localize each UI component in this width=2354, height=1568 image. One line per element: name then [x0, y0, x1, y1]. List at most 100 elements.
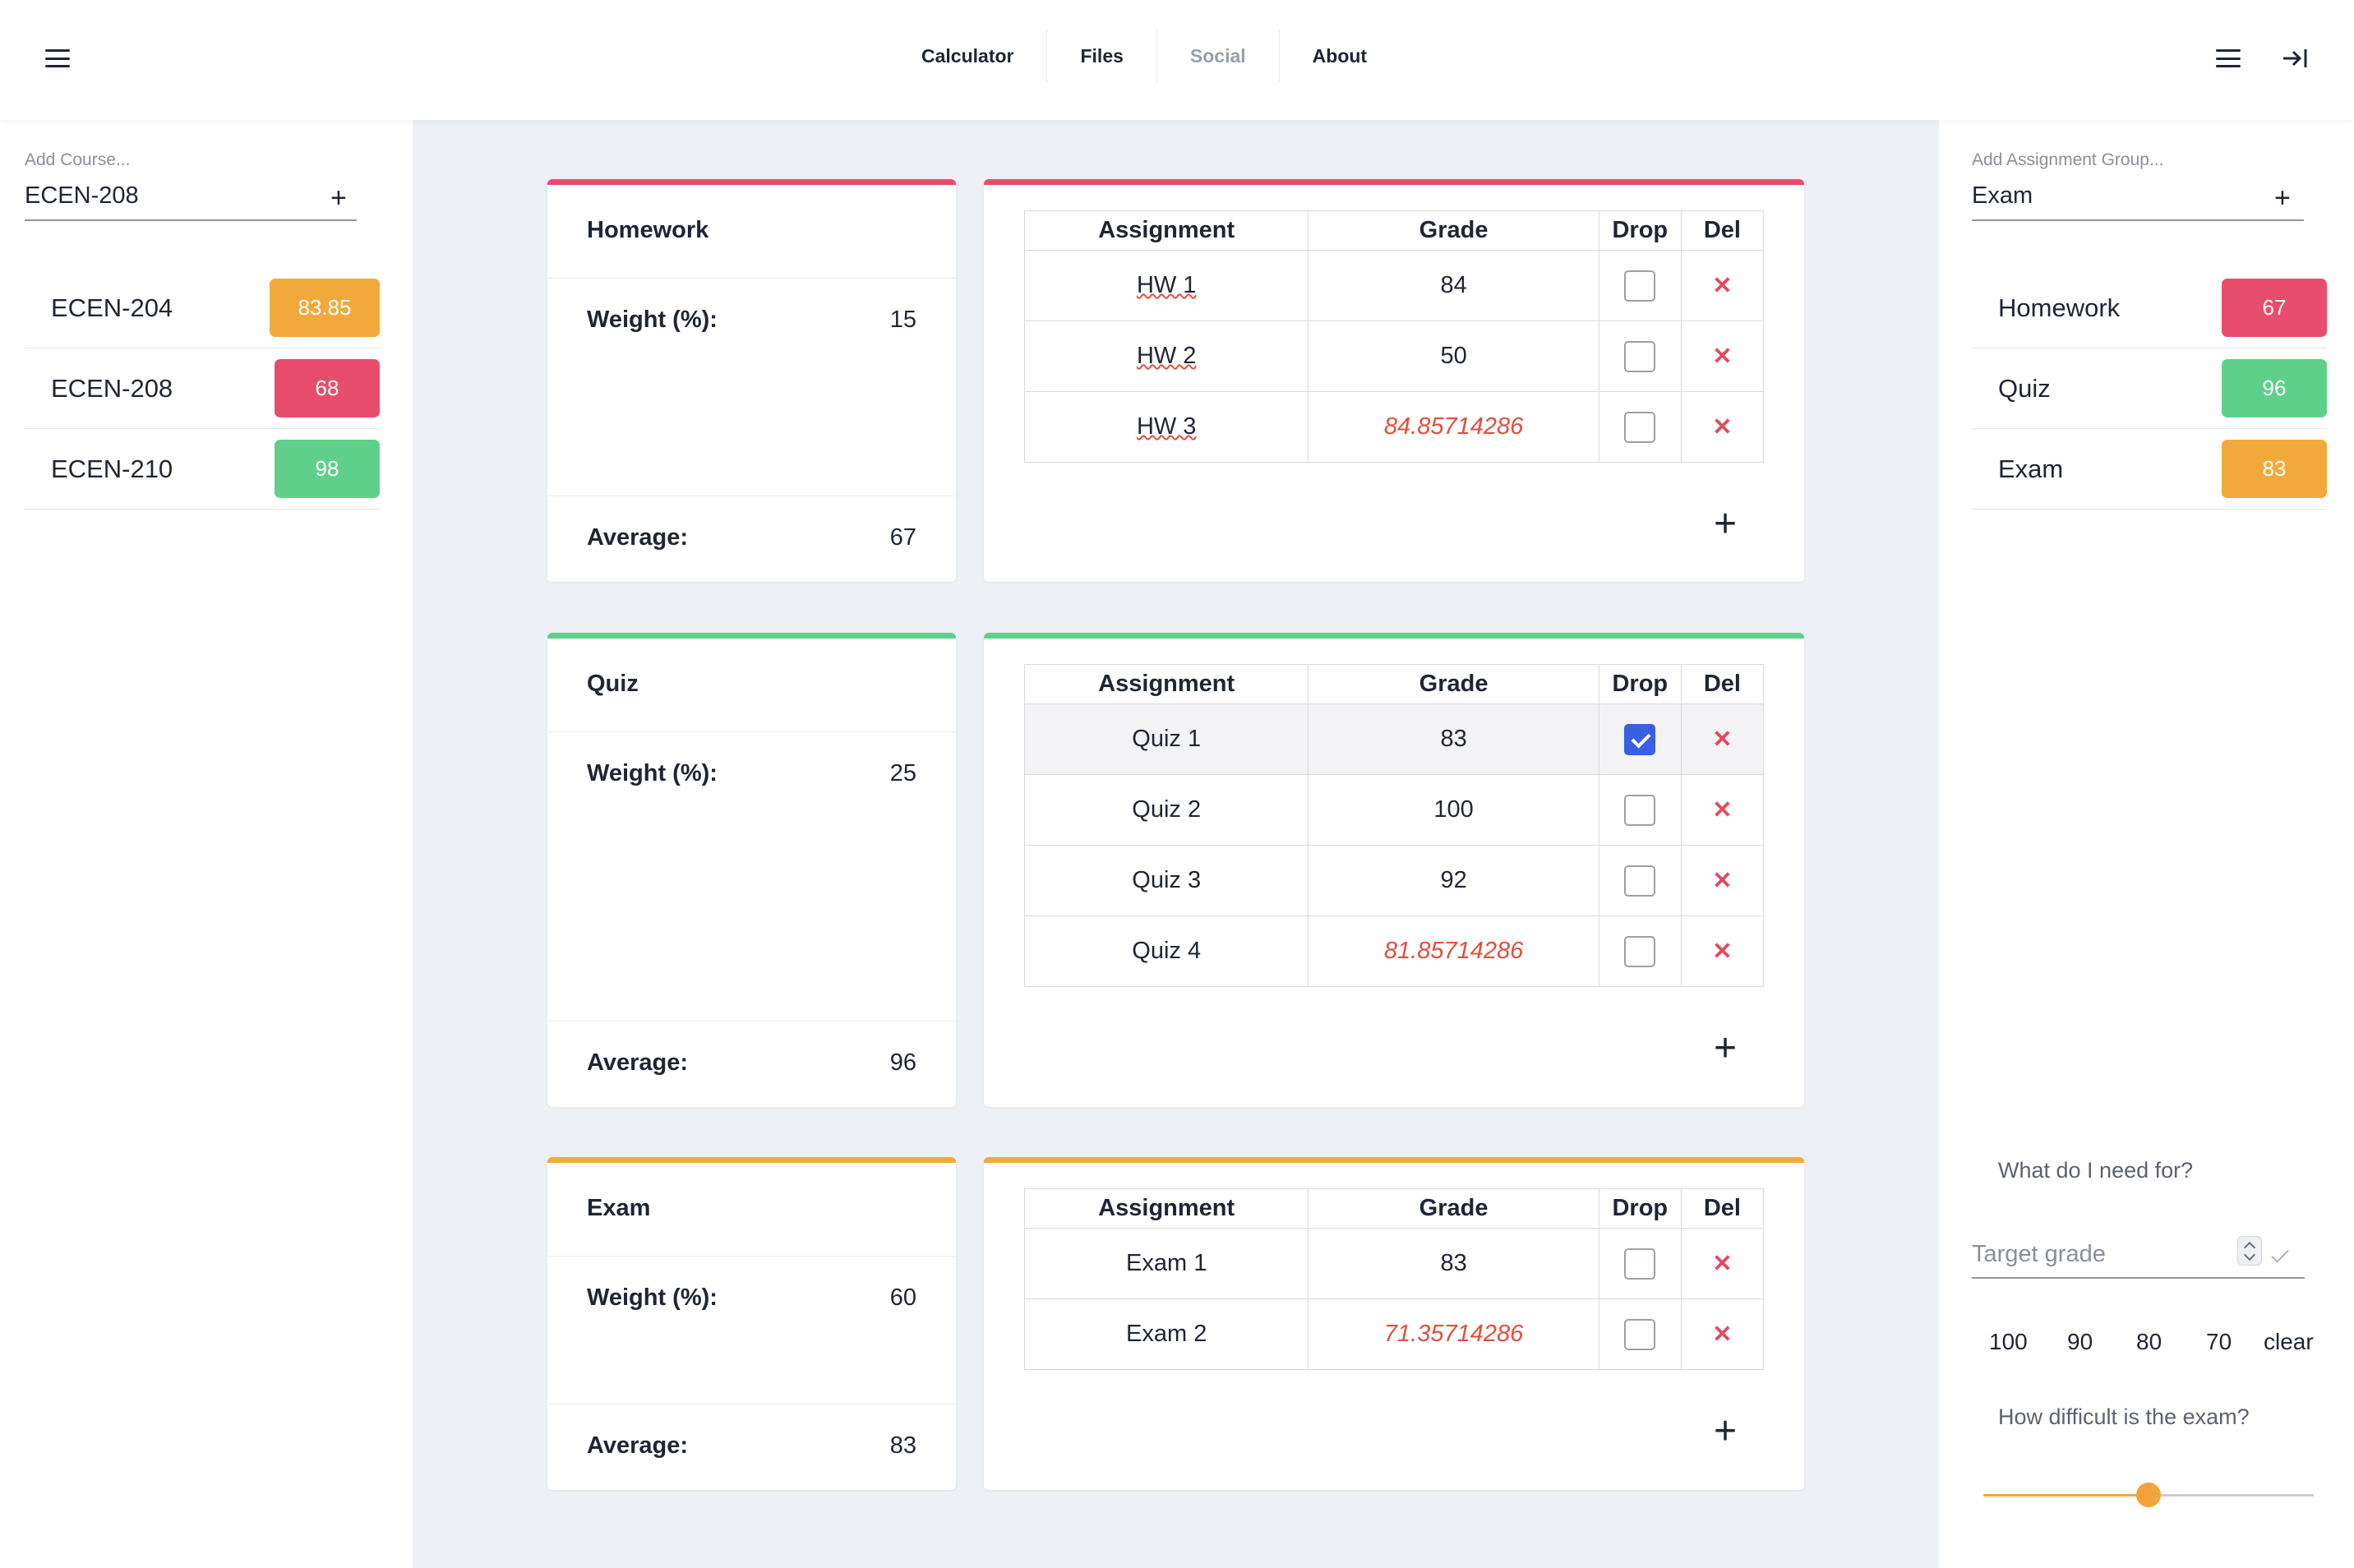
drop-checkbox[interactable] — [1598, 321, 1682, 392]
group-title: Homework — [587, 217, 709, 243]
delete-icon[interactable]: ✕ — [1680, 1228, 1765, 1299]
drop-checkbox[interactable] — [1598, 845, 1682, 916]
average-label: Average: — [587, 524, 689, 551]
table-row: Quiz 3 92 ✕ — [1023, 845, 1765, 916]
predicted-grade[interactable]: 81.85714286 — [1308, 915, 1599, 987]
weight-label: Weight (%): — [587, 760, 718, 786]
drop-checkbox[interactable] — [1598, 774, 1682, 846]
assignment-name[interactable]: HW 2 — [1023, 321, 1309, 392]
quick-grade-70[interactable]: 70 — [2206, 1329, 2232, 1355]
group-grade-badge: 67 — [2222, 279, 2327, 337]
add-group-button[interactable]: + — [2274, 184, 2291, 212]
login-icon[interactable] — [2280, 44, 2310, 72]
assignment-name[interactable]: Quiz 1 — [1023, 703, 1309, 775]
course-item-ecen-204[interactable]: ECEN-204 83.85 — [25, 268, 380, 348]
quick-grade-90[interactable]: 90 — [2067, 1329, 2093, 1355]
table-row: Quiz 4 81.85714286 ✕ — [1023, 915, 1765, 987]
assignment-name[interactable]: HW 3 — [1023, 391, 1309, 463]
group-title: Exam — [587, 1195, 651, 1221]
delete-icon[interactable]: ✕ — [1680, 1298, 1765, 1370]
clear-button[interactable]: clear — [2264, 1329, 2314, 1355]
course-name: ECEN-210 — [51, 454, 173, 483]
quiz-table: Assignment Grade Drop Del Quiz 1 83 ✕ Qu… — [1023, 664, 1765, 987]
quick-grade-80[interactable]: 80 — [2136, 1329, 2162, 1355]
delete-icon[interactable]: ✕ — [1680, 703, 1765, 775]
predicted-grade[interactable]: 84.85714286 — [1308, 391, 1599, 463]
assignment-name[interactable]: Exam 2 — [1023, 1298, 1309, 1370]
weight-row: Weight (%): 60 — [587, 1284, 916, 1312]
drop-checkbox[interactable] — [1598, 915, 1682, 987]
delete-icon[interactable]: ✕ — [1680, 250, 1765, 321]
add-group-input[interactable]: Exam — [1972, 182, 2304, 221]
group-item-exam[interactable]: Exam 83 — [1972, 429, 2327, 510]
add-assignment-button[interactable]: + — [1714, 1029, 1737, 1068]
assignment-grade[interactable]: 50 — [1308, 321, 1599, 392]
weight-value[interactable]: 25 — [890, 760, 916, 787]
exam-summary-card: Exam Weight (%): 60 Average: 83 — [547, 1157, 956, 1490]
add-course-label: Add Course... — [25, 150, 131, 169]
course-name: ECEN-204 — [51, 293, 173, 322]
average-label: Average: — [587, 1049, 689, 1076]
assignment-grade[interactable]: 83 — [1308, 1228, 1599, 1299]
top-bar: Calculator Files Social About — [0, 0, 2354, 120]
assignment-name[interactable]: Quiz 3 — [1023, 845, 1309, 916]
options-menu-icon[interactable] — [2216, 49, 2241, 67]
add-course-button[interactable]: + — [330, 184, 347, 212]
group-item-quiz[interactable]: Quiz 96 — [1972, 348, 2327, 429]
group-item-homework[interactable]: Homework 67 — [1972, 268, 2327, 348]
tab-about[interactable]: About — [1278, 30, 1400, 82]
menu-icon[interactable] — [45, 49, 70, 67]
delete-icon[interactable]: ✕ — [1680, 845, 1765, 916]
delete-icon[interactable]: ✕ — [1680, 321, 1765, 392]
tab-social[interactable]: Social — [1156, 30, 1279, 82]
drop-checkbox[interactable] — [1598, 1228, 1682, 1299]
table-row: Exam 1 83 ✕ — [1023, 1228, 1765, 1299]
average-value: 96 — [889, 1049, 916, 1076]
table-row: HW 3 84.85714286 ✕ — [1023, 391, 1765, 463]
weight-value[interactable]: 15 — [890, 307, 916, 334]
delete-icon[interactable]: ✕ — [1680, 391, 1765, 463]
weight-label: Weight (%): — [587, 307, 718, 333]
assignment-name[interactable]: HW 1 — [1023, 250, 1309, 321]
slider-handle[interactable] — [2136, 1483, 2161, 1507]
add-assignment-button[interactable]: + — [1714, 505, 1737, 544]
predicted-grade[interactable]: 71.35714286 — [1308, 1298, 1599, 1370]
target-grade-input[interactable]: Target grade — [1972, 1236, 2305, 1279]
assignment-name[interactable]: Exam 1 — [1023, 1228, 1309, 1299]
assignment-grade[interactable]: 83 — [1308, 703, 1599, 775]
tab-files[interactable]: Files — [1046, 30, 1156, 82]
course-sidebar: Add Course... ECEN-208 + ECEN-204 83.85 … — [0, 120, 413, 1568]
assignment-grade[interactable]: 92 — [1308, 845, 1599, 916]
check-icon[interactable] — [2271, 1245, 2289, 1263]
average-row: Average: 67 — [587, 524, 916, 551]
table-row: Quiz 2 100 ✕ — [1023, 774, 1765, 846]
drop-checkbox-checked[interactable] — [1598, 703, 1682, 775]
assignment-grade[interactable]: 84 — [1308, 250, 1599, 321]
assignment-name[interactable]: Quiz 2 — [1023, 774, 1309, 846]
add-assignment-button[interactable]: + — [1714, 1412, 1737, 1451]
course-item-ecen-208[interactable]: ECEN-208 68 — [25, 348, 380, 429]
main-nav: Calculator Files Social About — [889, 30, 1400, 82]
add-course-input[interactable]: ECEN-208 — [25, 182, 357, 221]
weight-value[interactable]: 60 — [890, 1284, 916, 1312]
average-value: 83 — [889, 1432, 916, 1459]
drop-checkbox[interactable] — [1598, 1298, 1682, 1370]
quick-grade-100[interactable]: 100 — [1989, 1329, 2028, 1355]
delete-icon[interactable]: ✕ — [1680, 915, 1765, 987]
need-for-heading: What do I need for? — [1998, 1158, 2194, 1183]
col-drop: Drop — [1598, 664, 1682, 704]
assignment-name[interactable]: Quiz 4 — [1023, 915, 1309, 987]
homework-color-bar — [547, 179, 956, 185]
course-grade-badge: 68 — [275, 359, 380, 417]
stepper-icon[interactable] — [2237, 1236, 2262, 1266]
group-title: Quiz — [587, 671, 639, 697]
tab-calculator[interactable]: Calculator — [889, 30, 1046, 82]
drop-checkbox[interactable] — [1598, 250, 1682, 321]
drop-checkbox[interactable] — [1598, 391, 1682, 463]
assignment-grade[interactable]: 100 — [1308, 774, 1599, 846]
weight-row: Weight (%): 25 — [587, 760, 916, 787]
target-grade-placeholder: Target grade — [1972, 1241, 2106, 1267]
delete-icon[interactable]: ✕ — [1680, 774, 1765, 846]
difficulty-slider[interactable] — [1983, 1483, 2314, 1507]
course-item-ecen-210[interactable]: ECEN-210 98 — [25, 429, 380, 510]
